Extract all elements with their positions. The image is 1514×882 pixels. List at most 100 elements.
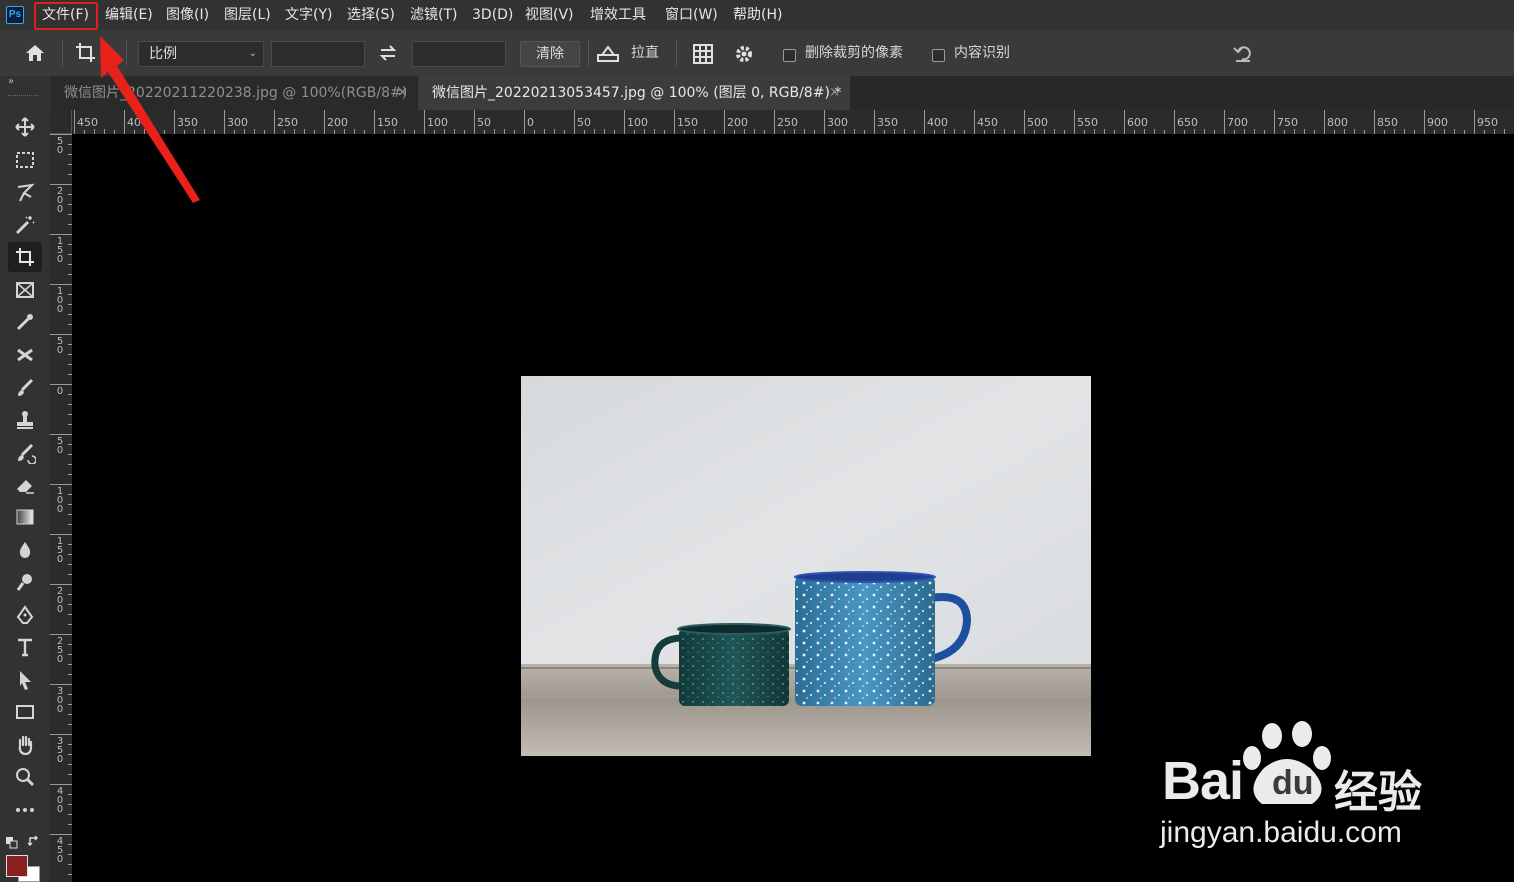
menu-image[interactable]: 图像(I): [166, 0, 209, 30]
brush-tool-icon[interactable]: [8, 373, 42, 403]
ruler-label: 850: [1377, 116, 1398, 129]
frame-tool-icon[interactable]: [8, 275, 42, 305]
ruler-tick: [74, 110, 75, 134]
ruler-label: 350: [56, 736, 64, 765]
ruler-label: 200: [727, 116, 748, 129]
ruler-label: 350: [877, 116, 898, 129]
ruler-tick: [50, 584, 72, 585]
ruler-tick: [774, 110, 775, 134]
document-tab-bar: 微信图片_20220211220238.jpg @ 100%(RGB/8#) ×…: [50, 76, 1514, 110]
menu-filter[interactable]: 滤镜(T): [410, 0, 457, 30]
ruler-tick: [374, 110, 375, 134]
ruler-label: 200: [56, 586, 64, 615]
crop-tool-icon[interactable]: [8, 242, 42, 272]
ruler-tick: [50, 534, 72, 535]
document-tab-2[interactable]: 微信图片_20220213053457.jpg @ 100% (图层 0, RG…: [418, 76, 850, 110]
ruler-label: 750: [1277, 116, 1298, 129]
type-tool-icon[interactable]: [8, 632, 42, 662]
straighten-label[interactable]: 拉直: [631, 44, 659, 62]
document-image[interactable]: [521, 376, 1091, 756]
hand-tool-icon[interactable]: [8, 730, 42, 760]
menu-layer[interactable]: 图层(L): [224, 0, 271, 30]
default-colors-icon[interactable]: [6, 834, 18, 853]
clone-stamp-tool-icon[interactable]: [8, 405, 42, 435]
ruler-label: 150: [56, 236, 64, 265]
pen-tool-icon[interactable]: [8, 600, 42, 630]
marquee-tool-icon[interactable]: [8, 145, 42, 175]
gear-icon[interactable]: [734, 44, 756, 70]
magic-wand-tool-icon[interactable]: [8, 210, 42, 240]
delete-cropped-checkbox[interactable]: [783, 49, 796, 62]
ruler-label: 550: [1077, 116, 1098, 129]
ruler-corner[interactable]: [50, 110, 72, 134]
ruler-tick: [50, 234, 72, 235]
menu-select[interactable]: 选择(S): [347, 0, 395, 30]
ruler-label: 300: [56, 686, 64, 715]
ruler-tick: [50, 734, 72, 735]
vertical-ruler[interactable]: 50 200 150 100 50 0 50 100 150 200 250 300 350 400 450: [50, 134, 73, 882]
menu-type[interactable]: 文字(Y): [285, 0, 332, 30]
menu-edit[interactable]: 编辑(E): [105, 0, 153, 30]
healing-brush-tool-icon[interactable]: [8, 340, 42, 370]
ruler-label: 650: [1177, 116, 1198, 129]
dodge-tool-icon[interactable]: [8, 567, 42, 597]
menu-window[interactable]: 窗口(W): [665, 0, 718, 30]
foreground-color-swatch[interactable]: [6, 855, 28, 877]
menu-plugins[interactable]: 增效工具: [590, 0, 646, 30]
tools-panel: »: [0, 76, 51, 882]
crop-ratio-select[interactable]: 比例 ⌄: [138, 41, 264, 67]
ruler-tick: [50, 184, 72, 185]
blur-tool-icon[interactable]: [8, 535, 42, 565]
close-icon[interactable]: ×: [397, 76, 408, 110]
reset-icon[interactable]: [1232, 44, 1254, 68]
panel-grip[interactable]: [8, 95, 38, 99]
straighten-icon[interactable]: [596, 43, 620, 67]
content-aware-checkbox[interactable]: [932, 49, 945, 62]
ruler-label: 450: [56, 836, 64, 865]
more-tools-icon[interactable]: [8, 795, 42, 825]
horizontal-ruler[interactable]: 450 400 350 300 250 200 150 100 50 0 50 100 150 200 25…: [72, 110, 1514, 135]
ruler-tick: [50, 634, 72, 635]
eyedropper-tool-icon[interactable]: [8, 307, 42, 337]
ruler-label: 250: [777, 116, 798, 129]
clear-button[interactable]: 清除: [520, 41, 580, 67]
eraser-tool-icon[interactable]: [8, 470, 42, 500]
menu-3d[interactable]: 3D(D): [472, 0, 513, 30]
ruler-tick: [1024, 110, 1025, 134]
collapse-panel-icon[interactable]: »: [8, 76, 14, 87]
ruler-tick: [1274, 110, 1275, 134]
ruler-label: 50: [477, 116, 491, 129]
ruler-label: 100: [56, 486, 64, 515]
ruler-tick: [524, 110, 525, 134]
height-input[interactable]: [412, 41, 506, 67]
separator: [62, 40, 63, 66]
photoshop-logo-icon[interactable]: Ps: [6, 6, 24, 24]
grid-overlay-icon[interactable]: [692, 43, 714, 69]
zoom-tool-icon[interactable]: [8, 762, 42, 792]
width-input[interactable]: [271, 41, 365, 67]
move-tool-icon[interactable]: [8, 112, 42, 142]
history-brush-tool-icon[interactable]: [8, 438, 42, 468]
menu-help[interactable]: 帮助(H): [733, 0, 782, 30]
lasso-tool-icon[interactable]: [8, 177, 42, 207]
menu-view[interactable]: 视图(V): [525, 0, 574, 30]
delete-cropped-label: 删除裁剪的像素: [805, 45, 903, 61]
path-selection-tool-icon[interactable]: [8, 665, 42, 695]
swap-icon[interactable]: [378, 44, 398, 66]
document-tab-1-label: 微信图片_20220211220238.jpg @ 100%(RGB/8#): [64, 85, 408, 101]
home-icon[interactable]: [24, 43, 46, 67]
swap-colors-icon[interactable]: [27, 833, 41, 852]
ruler-tick: [924, 110, 925, 134]
ratio-select-label: 比例: [149, 46, 177, 62]
close-icon[interactable]: ×: [829, 76, 840, 110]
ruler-label: 350: [177, 116, 198, 129]
separator: [588, 40, 589, 66]
rectangle-tool-icon[interactable]: [8, 697, 42, 727]
file-menu-highlight-box: [34, 2, 98, 30]
ruler-tick: [474, 110, 475, 134]
gradient-tool-icon[interactable]: [8, 502, 42, 532]
document-tab-1[interactable]: 微信图片_20220211220238.jpg @ 100%(RGB/8#) ×: [50, 76, 418, 110]
crop-tool-preset-icon[interactable]: [74, 41, 98, 69]
watermark-brand-du: du: [1272, 764, 1314, 802]
ruler-tick: [974, 110, 975, 134]
